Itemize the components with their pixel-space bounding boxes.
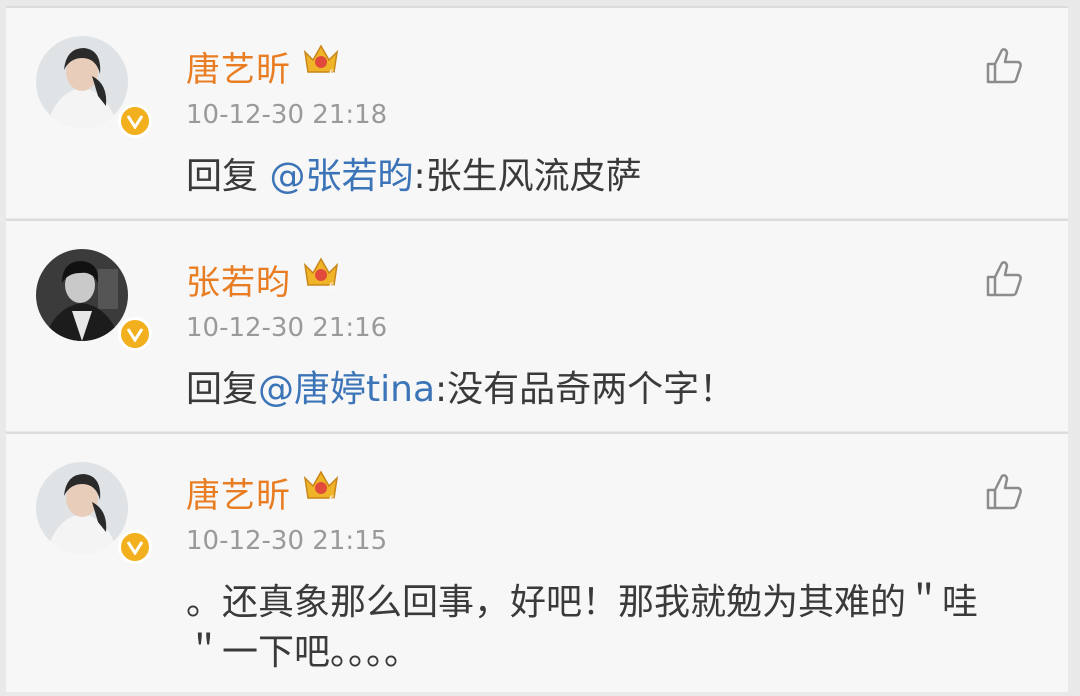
comment-body: :张生风流皮萨: [413, 156, 642, 197]
comment-timestamp: 10-12-30 21:18: [186, 100, 388, 130]
comment-item: 张若昀 6 10-12-30 21:16 回复@唐婷tina:没有品奇两个字！: [6, 219, 1068, 431]
mention-link[interactable]: @张若昀: [269, 156, 413, 197]
comment-username[interactable]: 张若昀: [186, 255, 291, 304]
comment-username[interactable]: 唐艺昕: [186, 42, 291, 91]
comment-list: 唐艺昕 6 10-12-30 21:18 回复 @张若昀:张生风流皮萨 张若昀 …: [0, 0, 1080, 696]
comment-timestamp: 10-12-30 21:16: [186, 313, 388, 343]
comment-body: :没有品奇两个字！: [435, 369, 736, 410]
verified-icon: [118, 317, 152, 351]
thumbs-up-icon[interactable]: [982, 257, 1026, 301]
crown-level-icon: 6: [301, 40, 341, 80]
verified-icon: [118, 530, 152, 564]
comment-item: 唐艺昕 6 10-12-30 21:18 回复 @张若昀:张生风流皮萨: [6, 6, 1068, 218]
svg-text:6: 6: [329, 495, 335, 505]
avatar[interactable]: [36, 462, 152, 564]
thumbs-up-icon[interactable]: [982, 470, 1026, 514]
comment-body: 。还真象那么回事，好吧！那我就勉为其难的＂哇＂一下吧。。。。: [186, 582, 979, 673]
comment-text: 回复@唐婷tina:没有品奇两个字！: [186, 365, 998, 415]
svg-text:6: 6: [329, 69, 335, 79]
crown-level-icon: 6: [301, 466, 341, 506]
comment-item: 唐艺昕 6 10-12-30 21:15 。还真象那么回事，好吧！那我就勉为其难…: [6, 432, 1068, 692]
reply-prefix: 回复: [186, 369, 259, 410]
crown-level-icon: 6: [301, 253, 341, 293]
comment-username[interactable]: 唐艺昕: [186, 468, 291, 517]
avatar[interactable]: [36, 249, 152, 351]
mention-link[interactable]: @唐婷tina: [258, 369, 435, 410]
avatar[interactable]: [36, 36, 152, 138]
comment-text: 回复 @张若昀:张生风流皮萨: [186, 152, 998, 202]
thumbs-up-icon[interactable]: [982, 44, 1026, 88]
comment-timestamp: 10-12-30 21:15: [186, 526, 388, 556]
verified-icon: [118, 104, 152, 138]
svg-text:6: 6: [329, 282, 335, 292]
reply-prefix: 回复: [186, 156, 270, 197]
